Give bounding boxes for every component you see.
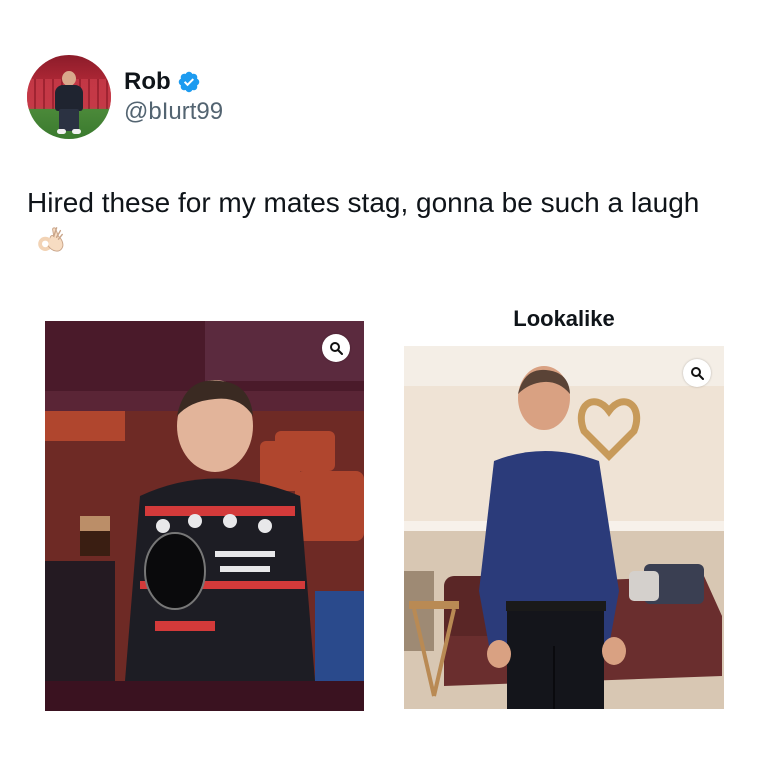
display-name[interactable]: Rob (124, 67, 171, 97)
ok-hand-emoji (38, 227, 64, 252)
tweet-text: Hired these for my mates stag, gonna be … (27, 187, 700, 218)
photo-right[interactable] (404, 346, 724, 709)
author-info: Rob @bIurt99 (124, 67, 223, 127)
photo-right-image (404, 346, 724, 709)
user-handle[interactable]: @bIurt99 (124, 97, 223, 127)
search-icon[interactable] (683, 359, 711, 387)
tweet-header: Rob @bIurt99 (27, 55, 223, 139)
search-icon[interactable] (322, 334, 350, 362)
photo-left-image (45, 321, 364, 711)
lookalike-label: Lookalike (513, 306, 615, 331)
tweet-body: Hired these for my mates stag, gonna be … (27, 183, 727, 263)
photo-left[interactable] (45, 321, 364, 711)
avatar[interactable] (27, 55, 111, 139)
verified-badge-icon (178, 71, 199, 93)
